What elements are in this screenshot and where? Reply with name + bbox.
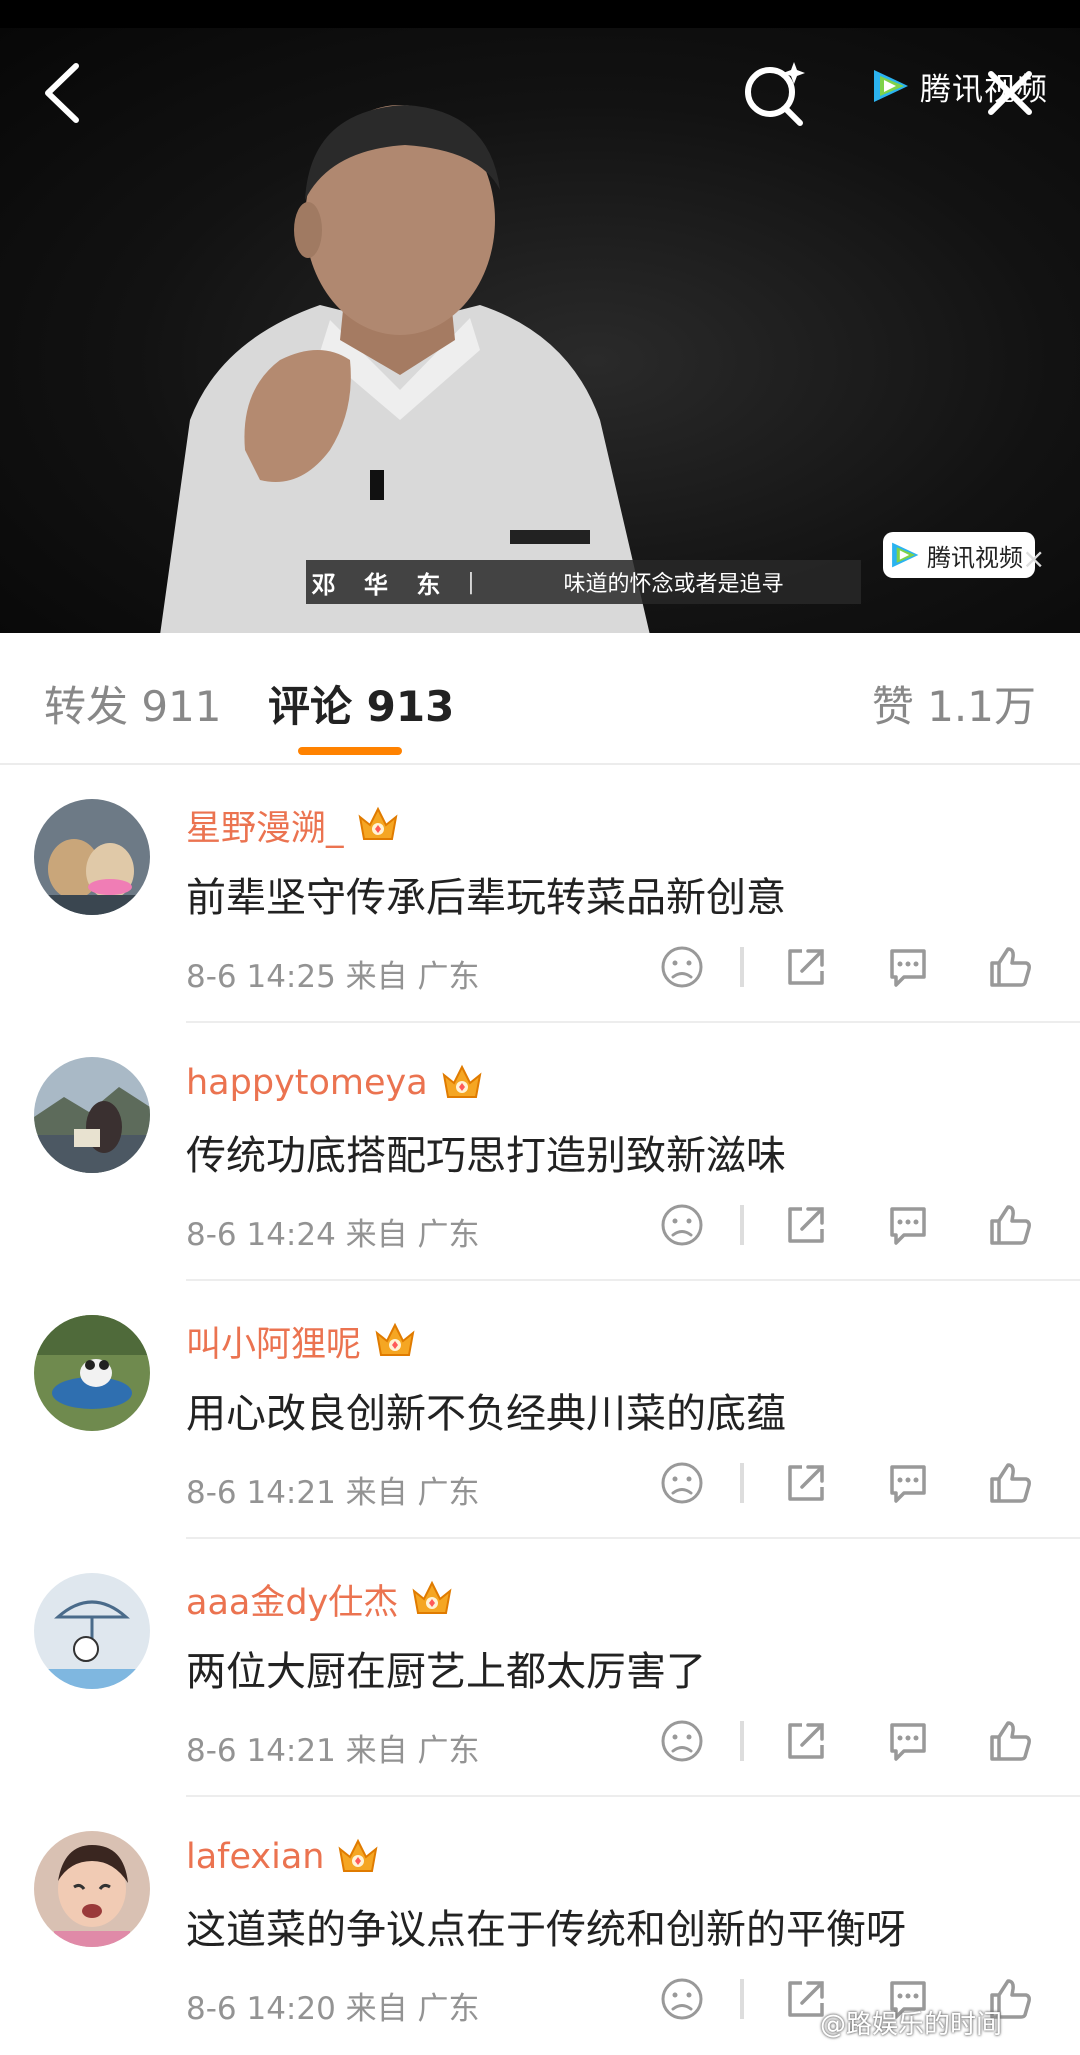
comment-meta: 8-6 14:24 来自 广东 (186, 1217, 480, 1253)
back-button[interactable] (38, 58, 88, 128)
tab-comments[interactable]: 评论 913 (268, 673, 454, 734)
action-divider (740, 1721, 744, 1761)
tab-bar: 转发 911 评论 913 赞 1.1万 (0, 633, 1080, 765)
thumbs-up-icon[interactable] (986, 943, 1034, 991)
tencent-video-watermark-bottom: 腾讯视频 (883, 532, 1035, 578)
thumbs-up-icon[interactable] (986, 1201, 1034, 1249)
active-tab-indicator (298, 747, 402, 755)
close-button[interactable] (985, 68, 1035, 118)
crown-badge-icon (375, 1322, 415, 1356)
comment-item: happytomeya 传统功底搭配巧思打造别致新滋味 8-6 14:24 来自… (0, 1023, 1080, 1281)
comment-text: 这道菜的争议点在于传统和创新的平衡呀 (186, 1907, 906, 1953)
comment-item: 星野漫溯_ 前辈坚守传承后辈玩转菜品新创意 8-6 14:25 来自 广东 (0, 765, 1080, 1023)
sparkle-search-icon (745, 62, 805, 126)
tencent-video-logo-icon (892, 542, 919, 568)
comment-text: 传统功底搭配巧思打造别致新滋味 (186, 1133, 786, 1179)
comment-username[interactable]: aaa金dy仕杰 (186, 1574, 398, 1625)
status-bar (0, 0, 1080, 28)
watermark-text: 腾讯视频 (927, 543, 1023, 572)
share-icon[interactable] (782, 1201, 830, 1249)
reply-comment-icon[interactable] (884, 943, 932, 991)
avatar[interactable] (34, 1315, 150, 1431)
comment-list: 星野漫溯_ 前辈坚守传承后辈玩转菜品新创意 8-6 14:25 来自 广东 ha… (0, 765, 1080, 2055)
dislike-face-icon[interactable] (658, 1201, 706, 1249)
share-icon[interactable] (782, 943, 830, 991)
comment-meta: 8-6 14:21 来自 广东 (186, 1733, 480, 1769)
action-divider (740, 947, 744, 987)
comment-username[interactable]: happytomeya (186, 1063, 428, 1103)
subtitle-speaker-name: 邓 华 东 (311, 570, 451, 599)
crown-badge-icon (412, 1580, 452, 1614)
chevron-left-icon (45, 63, 79, 123)
comment-actions (650, 1449, 1050, 1519)
avatar[interactable] (34, 799, 150, 915)
tab-likes[interactable]: 赞 1.1万 (872, 673, 1036, 734)
comment-username[interactable]: lafexian (186, 1837, 324, 1877)
subtitle-text: 味道的怀念或者是追寻 (563, 572, 784, 597)
video-player[interactable]: 腾讯视频 邓 华 东 | 味道的怀念或者是追寻 腾讯视频 × (0, 0, 1080, 633)
reply-comment-icon[interactable] (884, 1459, 932, 1507)
crown-badge-icon (339, 1838, 378, 1872)
watermark-close-icon: × (1022, 542, 1046, 575)
search-button[interactable] (740, 58, 810, 128)
comment-username[interactable]: 叫小阿狸呢 (186, 1316, 361, 1367)
thumbs-up-icon[interactable] (986, 1459, 1034, 1507)
action-divider (740, 1979, 744, 2019)
dislike-face-icon[interactable] (658, 1717, 706, 1765)
thumbs-up-icon[interactable] (986, 1717, 1034, 1765)
avatar[interactable] (34, 1057, 150, 1173)
dislike-face-icon[interactable] (658, 1975, 706, 2023)
video-subject-figure (160, 105, 650, 633)
comment-actions (650, 1191, 1050, 1261)
comment-text: 用心改良创新不负经典川菜的底蕴 (186, 1391, 786, 1437)
dislike-face-icon[interactable] (658, 1459, 706, 1507)
close-icon (988, 71, 1032, 115)
tencent-video-logo-icon (874, 70, 908, 102)
comment-meta: 8-6 14:20 来自 广东 (186, 1991, 480, 2027)
reply-comment-icon[interactable] (884, 1201, 932, 1249)
avatar[interactable] (34, 1831, 150, 1947)
comment-text: 前辈坚守传承后辈玩转菜品新创意 (186, 875, 786, 921)
action-divider (740, 1463, 744, 1503)
crown-badge-icon (442, 1064, 482, 1098)
comment-meta: 8-6 14:21 来自 广东 (186, 1475, 480, 1511)
share-icon[interactable] (782, 1717, 830, 1765)
comment-meta: 8-6 14:25 来自 广东 (186, 959, 480, 995)
comment-item: 叫小阿狸呢 用心改良创新不负经典川菜的底蕴 8-6 14:21 来自 广东 (0, 1281, 1080, 1539)
comment-username[interactable]: 星野漫溯_ (186, 800, 344, 851)
action-divider (740, 1205, 744, 1245)
subtitle-separator: | (467, 569, 475, 595)
comment-text: 两位大厨在厨艺上都太厉害了 (186, 1649, 706, 1695)
share-icon[interactable] (782, 1459, 830, 1507)
dislike-face-icon[interactable] (658, 943, 706, 991)
avatar[interactable] (34, 1573, 150, 1689)
tab-repost[interactable]: 转发 911 (44, 673, 222, 734)
reply-comment-icon[interactable] (884, 1717, 932, 1765)
comment-item: aaa金dy仕杰 两位大厨在厨艺上都太厉害了 8-6 14:21 来自 广东 (0, 1539, 1080, 1797)
crown-badge-icon (358, 806, 397, 840)
weibo-watermark: @路娱乐的时间 (820, 2010, 1003, 2040)
comment-actions (650, 933, 1050, 1003)
video-subtitle: 邓 华 东 | 味道的怀念或者是追寻 (306, 560, 861, 604)
comment-actions (650, 1707, 1050, 1777)
